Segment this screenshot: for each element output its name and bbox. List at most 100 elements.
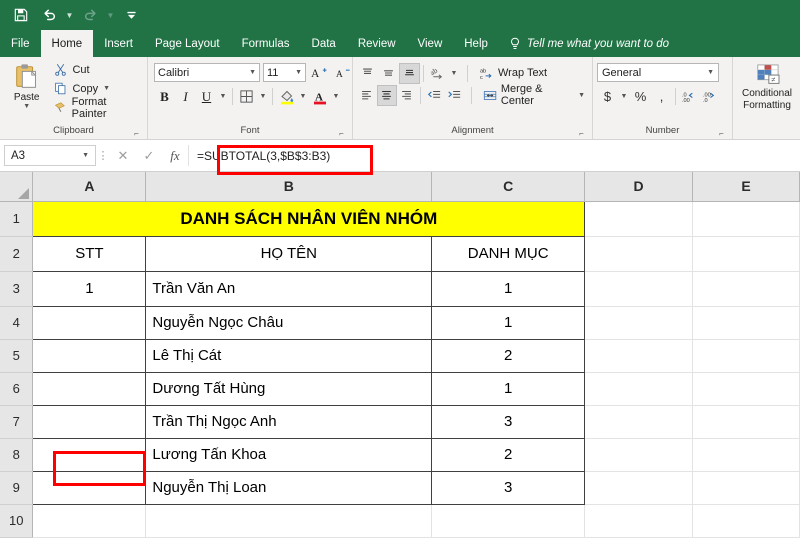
undo-icon[interactable] xyxy=(36,3,62,27)
decrease-indent-icon[interactable] xyxy=(424,85,444,106)
tell-me-box[interactable]: Tell me what you want to do xyxy=(499,30,669,57)
borders-button[interactable] xyxy=(236,86,257,107)
cell-B2-name-header[interactable]: HỌ TÊN xyxy=(145,235,433,272)
cell-B3[interactable]: Trần Văn An xyxy=(145,270,433,307)
cell-A8[interactable] xyxy=(32,437,147,472)
cell-C6[interactable]: 1 xyxy=(431,371,586,406)
currency-format-icon[interactable]: $ xyxy=(597,86,618,107)
increase-indent-icon[interactable] xyxy=(444,85,464,106)
cell-A2-stt-header[interactable]: STT xyxy=(32,235,147,272)
cell-B7[interactable]: Trần Thị Ngọc Anh xyxy=(145,404,433,439)
cell-D5[interactable] xyxy=(584,339,694,373)
number-format-select[interactable]: General ▼ xyxy=(597,63,719,82)
cell-A9[interactable] xyxy=(32,470,147,505)
cell-E4[interactable] xyxy=(692,306,800,340)
cell-B9[interactable]: Nguyễn Thị Loan xyxy=(145,470,433,505)
cell-D4[interactable] xyxy=(584,306,694,340)
percent-format-icon[interactable]: % xyxy=(630,86,651,107)
number-format-dropdown-icon[interactable]: ▼ xyxy=(707,69,714,76)
row-header-7[interactable]: 7 xyxy=(0,405,34,439)
italic-button[interactable]: I xyxy=(175,86,196,107)
cell-D3[interactable] xyxy=(584,271,694,307)
row-header-3[interactable]: 3 xyxy=(0,271,34,307)
cell-A7[interactable] xyxy=(32,404,147,439)
font-size-input[interactable]: 11 ▼ xyxy=(263,63,306,82)
cell-E6[interactable] xyxy=(692,372,800,406)
cell-D7[interactable] xyxy=(584,405,694,439)
column-header-b[interactable]: B xyxy=(145,172,433,202)
save-icon[interactable] xyxy=(8,3,34,27)
cell-C3[interactable]: 1 xyxy=(431,270,586,307)
fill-color-button[interactable] xyxy=(276,86,297,107)
enter-formula-icon[interactable]: ✓ xyxy=(136,145,162,166)
fill-color-dropdown-icon[interactable]: ▼ xyxy=(297,86,309,107)
cut-button[interactable]: Cut xyxy=(51,60,143,79)
cell-A6[interactable] xyxy=(32,371,147,406)
cell-E1[interactable] xyxy=(692,201,800,237)
cell-E9[interactable] xyxy=(692,471,800,505)
cell-A4[interactable] xyxy=(32,305,147,340)
increase-font-size-icon[interactable]: A xyxy=(309,62,330,83)
cell-D9[interactable] xyxy=(584,471,694,505)
orientation-icon[interactable]: ab xyxy=(427,63,448,84)
align-top-icon[interactable] xyxy=(357,63,378,84)
tab-review[interactable]: Review xyxy=(347,30,407,57)
cell-D1[interactable] xyxy=(584,201,694,237)
decrease-decimal-icon[interactable]: .00.0 xyxy=(700,86,721,107)
row-header-8[interactable]: 8 xyxy=(0,438,34,472)
cell-A1-title[interactable]: DANH SÁCH NHÂN VIÊN NHÓM xyxy=(32,200,586,237)
column-header-d[interactable]: D xyxy=(584,172,694,202)
tab-insert[interactable]: Insert xyxy=(93,30,144,57)
tab-home[interactable]: Home xyxy=(40,30,94,57)
align-bottom-icon[interactable] xyxy=(399,62,420,84)
cell-C10[interactable] xyxy=(431,504,586,538)
merge-center-button[interactable]: Merge & Center ▼ xyxy=(480,83,588,107)
copy-dropdown-icon[interactable]: ▼ xyxy=(103,85,110,92)
align-left-icon[interactable] xyxy=(357,85,377,106)
font-dialog-launcher-icon[interactable]: ⌐ xyxy=(337,129,346,138)
customize-quick-access-icon[interactable] xyxy=(118,3,144,27)
cell-E7[interactable] xyxy=(692,405,800,439)
cell-C5[interactable]: 2 xyxy=(431,338,586,373)
tab-view[interactable]: View xyxy=(407,30,454,57)
comma-format-icon[interactable]: , xyxy=(651,86,672,107)
row-header-2[interactable]: 2 xyxy=(0,236,34,272)
align-right-icon[interactable] xyxy=(397,85,417,106)
align-middle-icon[interactable] xyxy=(378,63,399,84)
select-all-corner[interactable] xyxy=(0,172,34,202)
font-name-input[interactable]: Calibri ▼ xyxy=(154,63,260,82)
cell-C8[interactable]: 2 xyxy=(431,437,586,472)
cell-E10[interactable] xyxy=(692,504,800,538)
paste-button[interactable]: Paste ▼ xyxy=(4,60,49,110)
decrease-font-size-icon[interactable]: A xyxy=(333,62,354,83)
wrap-text-button[interactable]: ab c Wrap Text xyxy=(476,63,550,84)
orientation-dropdown-icon[interactable]: ▼ xyxy=(448,63,460,84)
paste-dropdown-icon[interactable]: ▼ xyxy=(23,103,30,110)
cell-B5[interactable]: Lê Thị Cát xyxy=(145,338,433,373)
cell-E5[interactable] xyxy=(692,339,800,373)
font-size-dropdown-icon[interactable]: ▼ xyxy=(295,69,302,76)
insert-function-icon[interactable]: fx xyxy=(162,145,188,166)
formula-input[interactable]: =SUBTOTAL(3,$B$3:B3) xyxy=(188,145,796,166)
increase-decimal-icon[interactable]: .0.00 xyxy=(679,86,700,107)
row-header-4[interactable]: 4 xyxy=(0,306,34,340)
merge-center-dropdown-icon[interactable]: ▼ xyxy=(578,92,585,99)
cell-C4[interactable]: 1 xyxy=(431,305,586,340)
cell-C2-category-header[interactable]: DANH MỤC xyxy=(431,235,586,272)
column-header-e[interactable]: E xyxy=(692,172,800,202)
cell-E3[interactable] xyxy=(692,271,800,307)
font-color-dropdown-icon[interactable]: ▼ xyxy=(330,86,342,107)
undo-dropdown-icon[interactable]: ▼ xyxy=(64,3,75,27)
borders-dropdown-icon[interactable]: ▼ xyxy=(257,86,269,107)
cell-B4[interactable]: Nguyễn Ngọc Châu xyxy=(145,305,433,340)
font-color-button[interactable]: A xyxy=(309,86,330,107)
cell-D8[interactable] xyxy=(584,438,694,472)
clipboard-dialog-launcher-icon[interactable]: ⌐ xyxy=(132,129,141,138)
column-header-c[interactable]: C xyxy=(431,172,586,202)
cell-D2[interactable] xyxy=(584,236,694,272)
conditional-formatting-button[interactable]: ≠ Conditional Formatting xyxy=(737,60,797,111)
bold-button[interactable]: B xyxy=(154,86,175,107)
cell-B10[interactable] xyxy=(145,504,433,538)
cell-D10[interactable] xyxy=(584,504,694,538)
alignment-dialog-launcher-icon[interactable]: ⌐ xyxy=(577,129,586,138)
